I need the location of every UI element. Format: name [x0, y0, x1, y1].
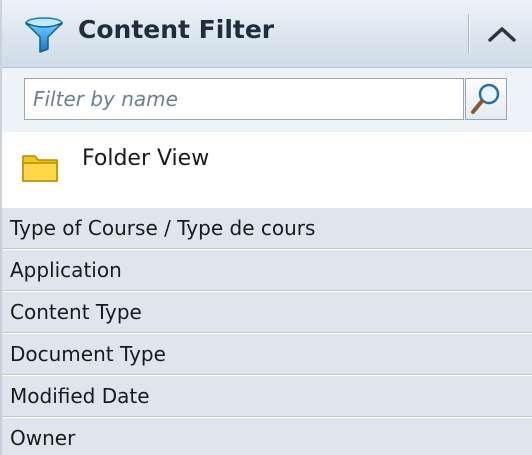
- category-label: Modified Date: [10, 384, 150, 408]
- search-button[interactable]: [465, 78, 507, 120]
- collapse-button[interactable]: [482, 16, 522, 52]
- funnel-icon: [24, 17, 64, 53]
- panel-title: Content Filter: [78, 15, 275, 44]
- category-type-of-course[interactable]: Type of Course / Type de cours: [2, 207, 532, 249]
- category-owner[interactable]: Owner: [2, 417, 532, 455]
- category-label: Document Type: [10, 342, 166, 366]
- folder-view-label: Folder View: [82, 146, 210, 171]
- panel-header: Content Filter: [2, 0, 532, 68]
- category-modified-date[interactable]: Modified Date: [2, 375, 532, 417]
- category-label: Owner: [10, 426, 76, 450]
- folder-view-link[interactable]: Folder View: [22, 140, 322, 190]
- category-list: Type of Course / Type de cours Applicati…: [2, 207, 532, 455]
- category-label: Content Type: [10, 300, 142, 324]
- filter-area: [2, 68, 532, 132]
- folder-icon: [22, 150, 58, 182]
- category-document-type[interactable]: Document Type: [2, 333, 532, 375]
- magnifier-icon: [466, 83, 506, 123]
- content-filter-panel: Content Filter Filter by name Folder Vie…: [0, 0, 532, 455]
- filter-by-name-input[interactable]: [24, 78, 464, 120]
- category-label: Type of Course / Type de cours: [10, 216, 316, 240]
- category-application[interactable]: Application: [2, 249, 532, 291]
- category-label: Application: [10, 258, 122, 282]
- header-divider: [468, 14, 469, 54]
- category-content-type[interactable]: Content Type: [2, 291, 532, 333]
- chevron-up-icon: [482, 27, 522, 56]
